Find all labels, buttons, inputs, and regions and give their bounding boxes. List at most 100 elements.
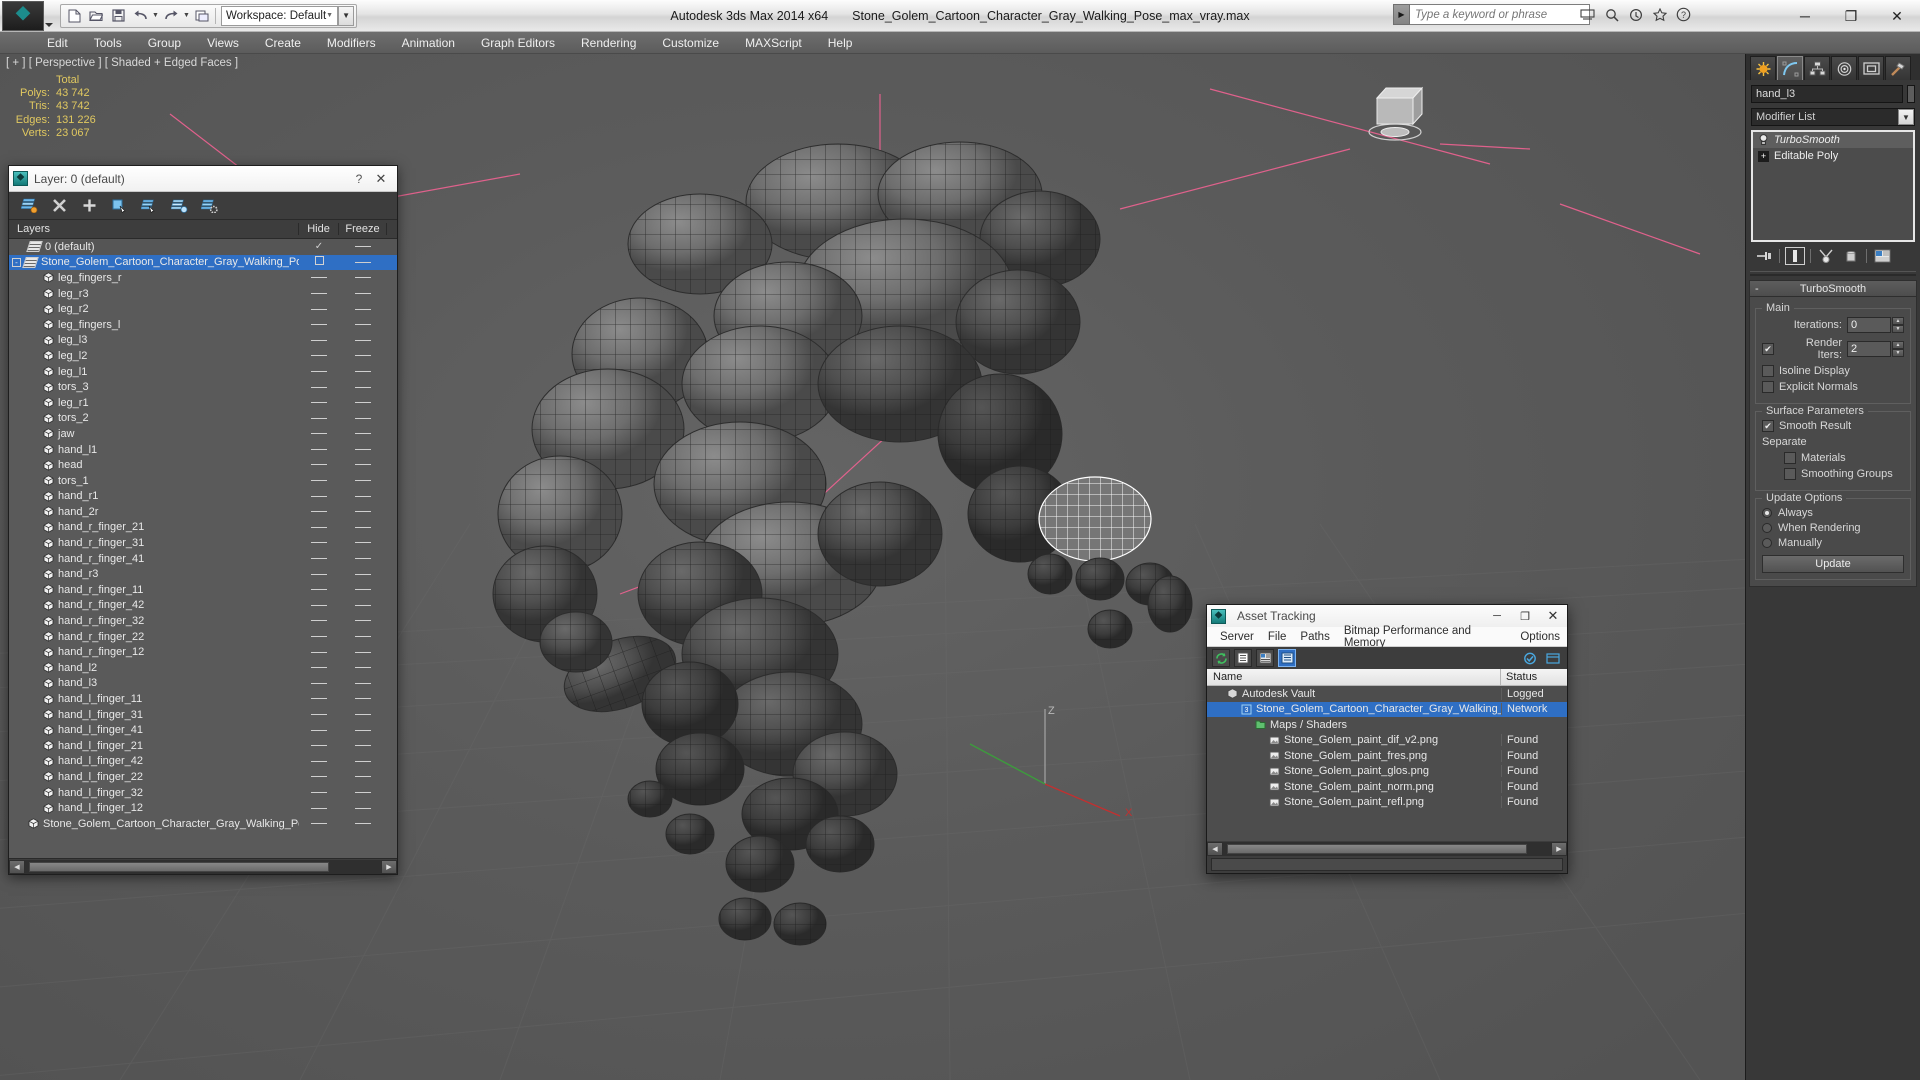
scroll-left-icon[interactable]: ◀ xyxy=(9,859,25,874)
spinner-up-icon[interactable]: ▲ xyxy=(1892,341,1904,349)
asset-name-cell[interactable]: Stone_Golem_paint_refl.png xyxy=(1207,796,1501,808)
row-hide-cell[interactable] xyxy=(299,428,339,439)
close-button[interactable]: ✕ xyxy=(1874,0,1920,32)
update-button[interactable]: Update xyxy=(1762,555,1904,573)
row-hide-cell[interactable] xyxy=(299,553,339,564)
freeze-dash[interactable] xyxy=(355,791,371,793)
row-freeze-cell[interactable] xyxy=(339,616,387,627)
hide-dash[interactable] xyxy=(311,558,327,560)
row-hide-cell[interactable] xyxy=(299,444,339,455)
select-objects-in-layer-icon[interactable] xyxy=(109,195,130,216)
hide-dash[interactable] xyxy=(311,464,327,466)
expand-collapse-icon[interactable]: - xyxy=(12,257,21,267)
row-name-cell[interactable]: tors_1 xyxy=(9,475,299,487)
row-hide-cell[interactable] xyxy=(299,662,339,673)
hide-dash[interactable] xyxy=(311,573,327,575)
asset-menu-paths[interactable]: Paths xyxy=(1293,630,1336,644)
row-name-cell[interactable]: tors_3 xyxy=(9,381,299,393)
row-name-cell[interactable]: hand_r3 xyxy=(9,568,299,580)
layer-object-row[interactable]: hand_r_finger_12 xyxy=(9,644,397,660)
spinner[interactable]: ▲▼ xyxy=(1847,317,1904,333)
redo-dropdown-icon[interactable]: ▼ xyxy=(182,12,191,19)
layer-object-row[interactable]: hand_l_finger_42 xyxy=(9,754,397,770)
row-hide-cell[interactable] xyxy=(299,647,339,658)
row-freeze-cell[interactable] xyxy=(339,413,387,424)
layer-properties-icon[interactable] xyxy=(199,195,220,216)
asset-maximize-button[interactable]: ❐ xyxy=(1511,605,1539,627)
checkbox-row[interactable]: Isoline Display xyxy=(1762,365,1904,377)
highlight-selected-objects-layer-icon[interactable] xyxy=(139,195,160,216)
new-file-icon[interactable] xyxy=(63,6,85,26)
row-name-cell[interactable]: jaw xyxy=(9,428,299,440)
object-color-swatch[interactable] xyxy=(1907,85,1915,103)
menu-item-help[interactable]: Help xyxy=(815,33,866,53)
search-input[interactable] xyxy=(1410,4,1590,25)
radio-row[interactable]: Always xyxy=(1762,507,1904,519)
freeze-dash[interactable] xyxy=(355,277,371,279)
row-name-cell[interactable]: leg_r1 xyxy=(9,397,299,409)
row-freeze-cell[interactable] xyxy=(339,584,387,595)
row-freeze-cell[interactable] xyxy=(339,475,387,486)
asset-menu-server[interactable]: Server xyxy=(1213,630,1261,644)
spinner-down-icon[interactable]: ▼ xyxy=(1892,349,1904,357)
asset-name-cell[interactable]: 3 Stone_Golem_Cartoon_Character_Gray_Walk… xyxy=(1207,703,1501,715)
viewport-light-gizmo[interactable] xyxy=(1355,76,1435,146)
asset-close-button[interactable]: ✕ xyxy=(1539,605,1567,627)
checkbox-row[interactable]: Explicit Normals xyxy=(1762,381,1904,393)
layer-object-row[interactable]: hand_l_finger_12 xyxy=(9,800,397,816)
hide-dash[interactable] xyxy=(311,791,327,793)
freeze-dash[interactable] xyxy=(355,713,371,715)
menu-item-maxscript[interactable]: MAXScript xyxy=(732,33,815,53)
expand-subobject-icon[interactable]: + xyxy=(1758,150,1769,162)
row-hide-cell[interactable] xyxy=(299,256,339,268)
freeze-dash[interactable] xyxy=(355,807,371,809)
favorites-icon[interactable] xyxy=(1651,6,1668,23)
row-name-cell[interactable]: hand_l3 xyxy=(9,677,299,689)
redo-icon[interactable] xyxy=(160,6,182,26)
row-name-cell[interactable]: hand_r_finger_12 xyxy=(9,646,299,658)
freeze-dash[interactable] xyxy=(355,324,371,326)
asset-menu-file[interactable]: File xyxy=(1261,630,1294,644)
row-name-cell[interactable]: hand_l_finger_42 xyxy=(9,755,299,767)
hide-dash[interactable] xyxy=(311,713,327,715)
layer-object-row[interactable]: leg_r1 xyxy=(9,395,397,411)
hide-dash[interactable] xyxy=(311,292,327,294)
configure-modifier-sets-icon[interactable] xyxy=(1872,247,1892,265)
layer-object-row[interactable]: hand_r_finger_32 xyxy=(9,613,397,629)
vault-login-icon[interactable] xyxy=(1521,649,1539,667)
layer-object-row[interactable]: hand_2r xyxy=(9,504,397,520)
row-hide-cell[interactable] xyxy=(299,569,339,580)
row-freeze-cell[interactable] xyxy=(339,382,387,393)
radio-when-rendering[interactable] xyxy=(1762,523,1772,533)
radio-always[interactable] xyxy=(1762,508,1772,518)
hide-dash[interactable] xyxy=(311,324,327,326)
row-freeze-cell[interactable] xyxy=(339,522,387,533)
app-logo-icon[interactable]: ⯁ xyxy=(2,0,44,31)
hide-dash[interactable] xyxy=(311,729,327,731)
row-freeze-cell[interactable] xyxy=(339,600,387,611)
hide-dash[interactable] xyxy=(311,620,327,622)
row-freeze-cell[interactable] xyxy=(339,304,387,315)
asset-row[interactable]: Autodesk Vault Logged xyxy=(1207,686,1567,702)
hide-dash[interactable] xyxy=(311,433,327,435)
freeze-dash[interactable] xyxy=(355,433,371,435)
row-name-cell[interactable]: leg_fingers_l xyxy=(9,319,299,331)
layer-list-horizontal-scrollbar[interactable]: ◀ ▶ xyxy=(9,858,397,874)
row-hide-cell[interactable] xyxy=(299,725,339,736)
row-freeze-cell[interactable] xyxy=(339,506,387,517)
hide-dash[interactable] xyxy=(311,386,327,388)
row-name-cell[interactable]: hand_l_finger_22 xyxy=(9,771,299,783)
modifier-enable-bulb-icon[interactable] xyxy=(1757,134,1770,147)
row-name-cell[interactable]: hand_l_finger_41 xyxy=(9,724,299,736)
hide-check-icon[interactable]: ✓ xyxy=(315,241,323,252)
layer-object-row[interactable]: leg_fingers_l xyxy=(9,317,397,333)
row-name-cell[interactable]: hand_2r xyxy=(9,506,299,518)
row-name-cell[interactable]: 0 (default) xyxy=(9,241,299,253)
hide-dash[interactable] xyxy=(311,823,327,825)
row-name-cell[interactable]: hand_l1 xyxy=(9,444,299,456)
asset-horizontal-scrollbar[interactable]: ◀ ▶ xyxy=(1207,841,1567,856)
row-name-cell[interactable]: hand_l_finger_21 xyxy=(9,740,299,752)
spinner[interactable]: ▲▼ xyxy=(1847,341,1904,357)
row-name-cell[interactable]: hand_r_finger_22 xyxy=(9,631,299,643)
row-name-cell[interactable]: head xyxy=(9,459,299,471)
